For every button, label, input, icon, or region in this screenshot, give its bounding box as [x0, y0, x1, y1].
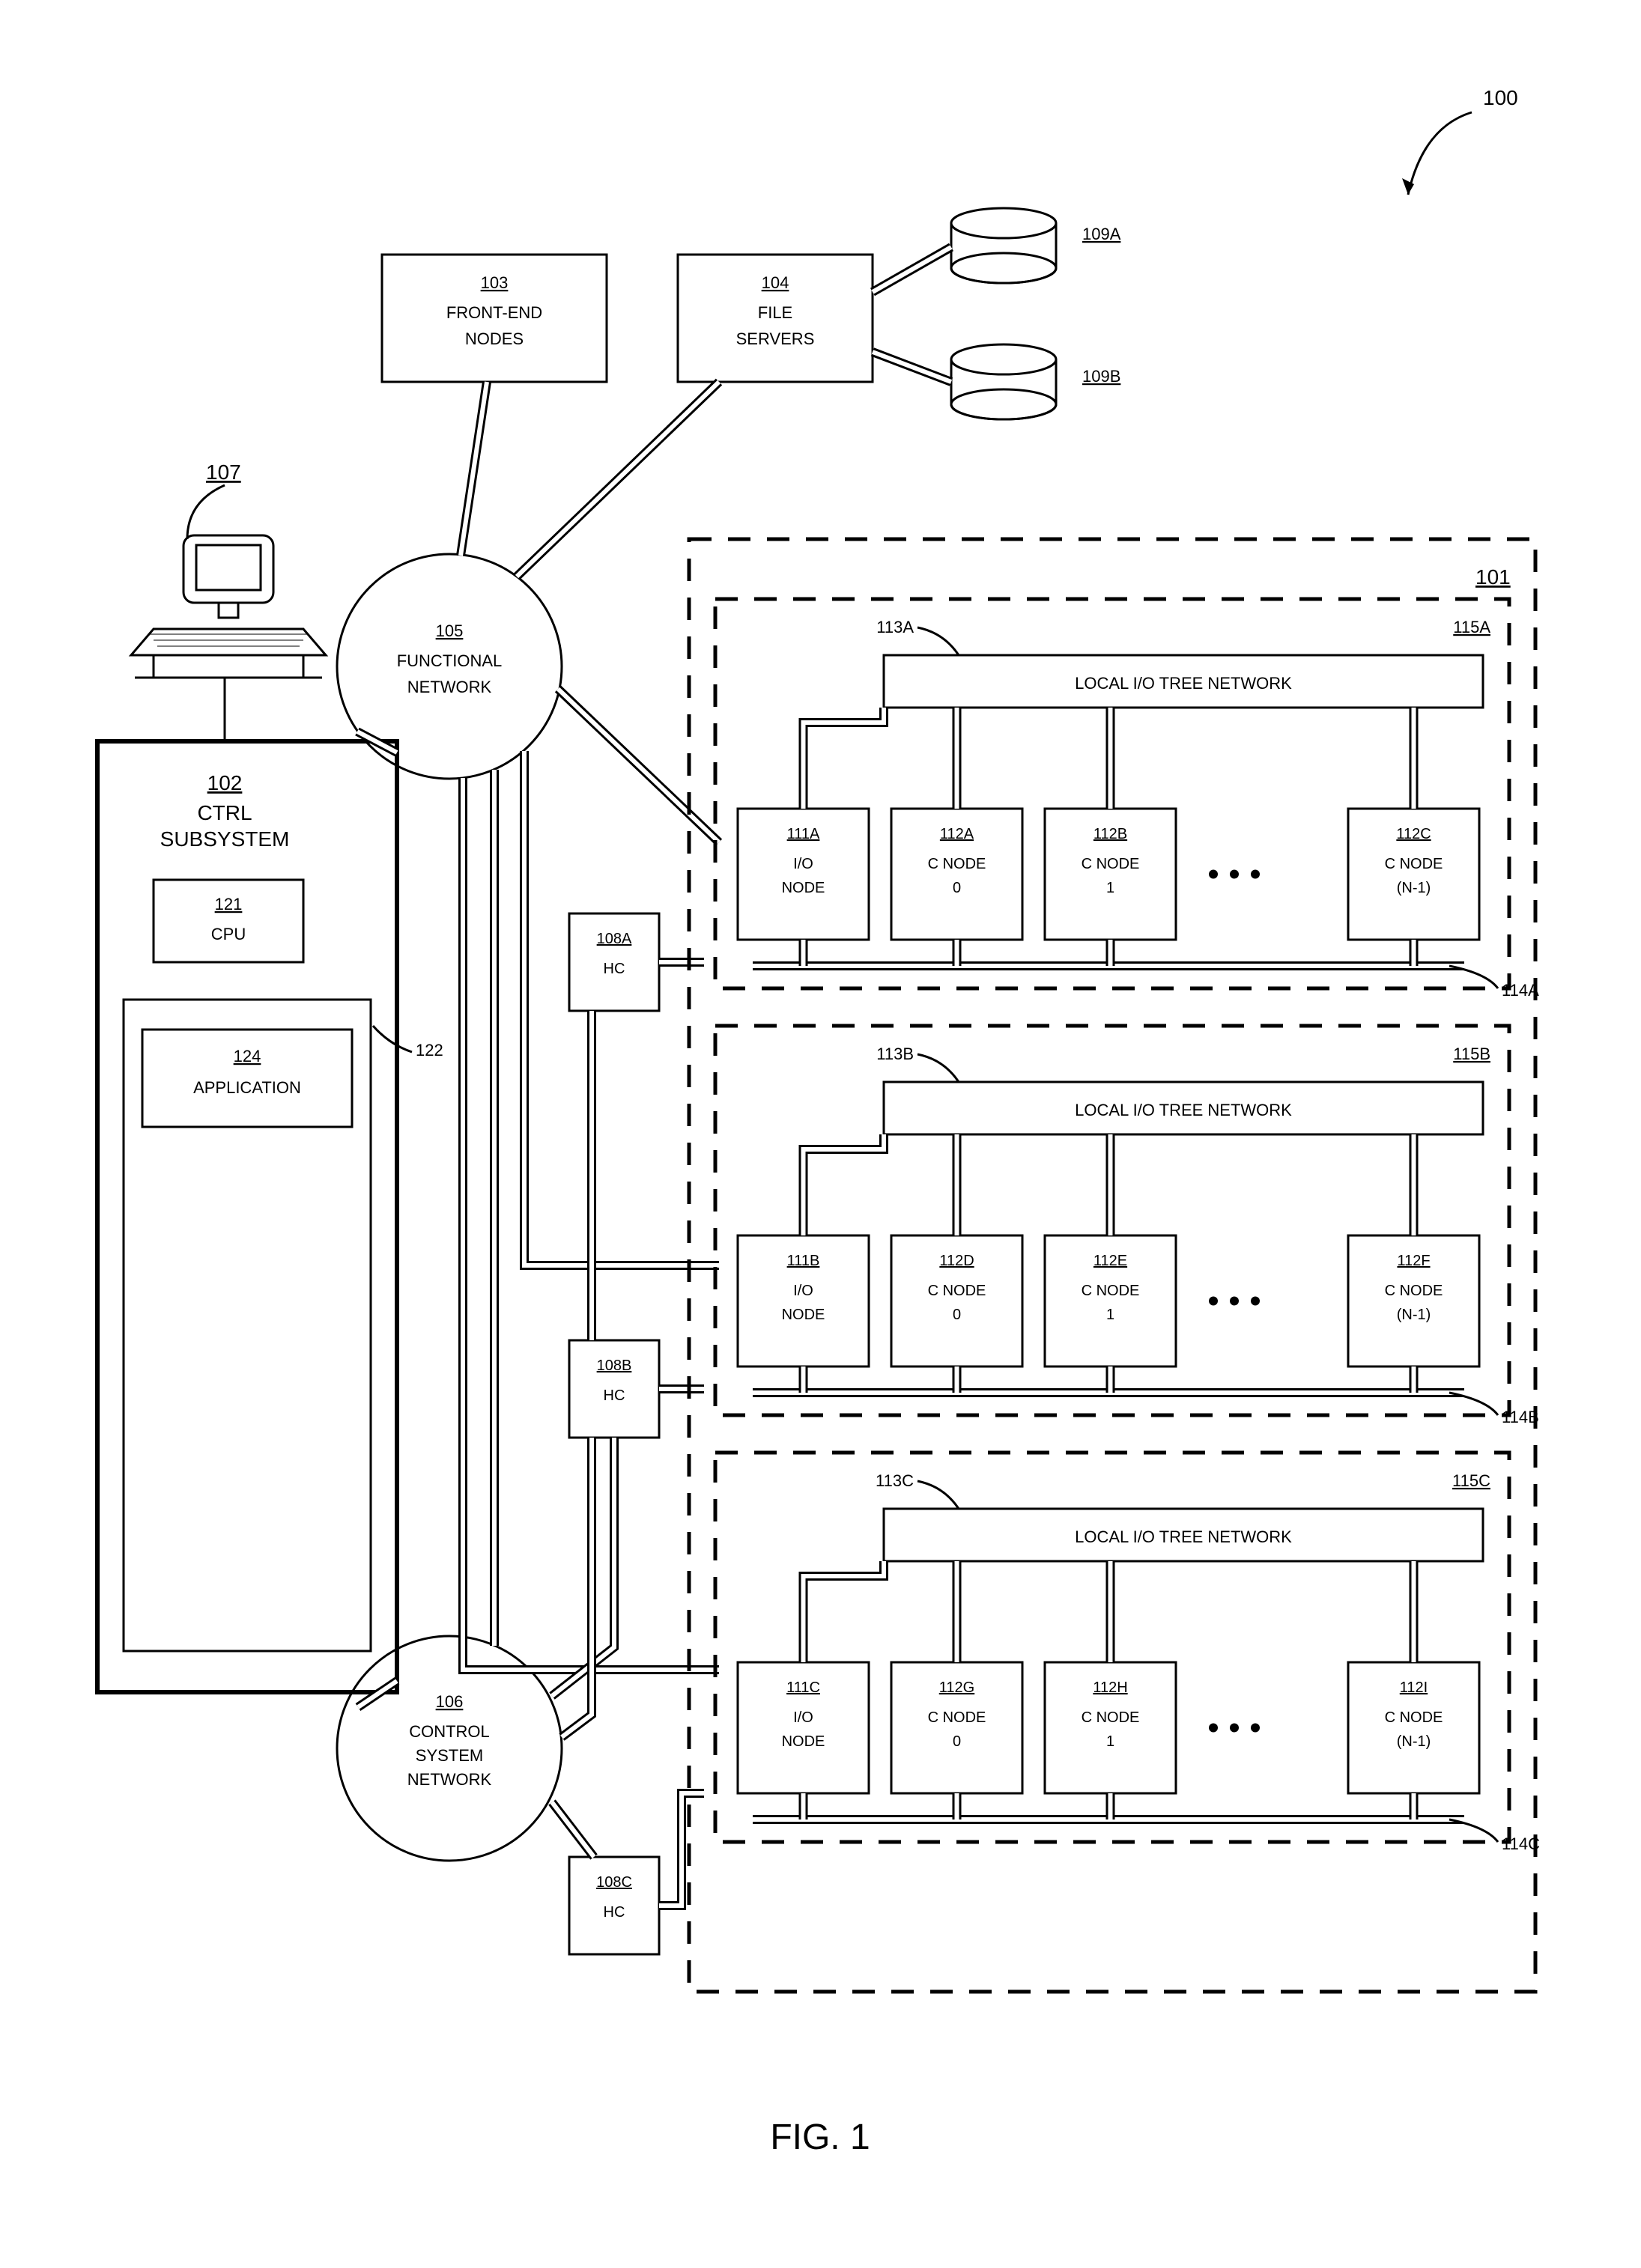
- svg-text:106: 106: [436, 1692, 464, 1711]
- svg-text:APPLICATION: APPLICATION: [193, 1078, 301, 1097]
- svg-text:NODE: NODE: [782, 880, 825, 896]
- figure-label: FIG. 1: [770, 2117, 870, 2157]
- svg-text:121: 121: [215, 895, 243, 913]
- svg-text:112C: 112C: [1396, 826, 1431, 842]
- db-b-icon: [951, 344, 1056, 419]
- pset-115A: 115A 113A LOCAL I/O TREE NETWORK 114A 111A I/…: [715, 599, 1539, 1000]
- svg-text:FRONT-END: FRONT-END: [446, 303, 542, 322]
- pset-115C: 115C 113C LOCAL I/O TREE NETWORK 114C 111C I/…: [715, 1453, 1540, 1853]
- svg-text:122: 122: [416, 1041, 443, 1059]
- hc-a: 108A HC: [569, 913, 659, 1011]
- svg-text:112H: 112H: [1093, 1679, 1127, 1696]
- svg-text:(N-1): (N-1): [1397, 880, 1431, 896]
- svg-text:108A: 108A: [597, 931, 632, 947]
- svg-text:HC: HC: [604, 961, 625, 977]
- svg-text:C NODE: C NODE: [1385, 1709, 1443, 1726]
- svg-text:C NODE: C NODE: [1082, 856, 1140, 872]
- svg-text:103: 103: [481, 273, 509, 292]
- svg-text:LOCAL I/O TREE NETWORK: LOCAL I/O TREE NETWORK: [1075, 1527, 1292, 1546]
- svg-text:C NODE: C NODE: [1385, 1283, 1443, 1299]
- svg-text:I/O: I/O: [793, 1709, 813, 1726]
- svg-text:112E: 112E: [1094, 1253, 1127, 1269]
- pset-115B: 115B 113B LOCAL I/O TREE NETWORK 114B 111B I/…: [715, 1026, 1539, 1426]
- svg-text:C NODE: C NODE: [1385, 856, 1443, 872]
- svg-text:C NODE: C NODE: [928, 1283, 986, 1299]
- svg-text:111B: 111B: [787, 1253, 820, 1269]
- svg-text:SUBSYSTEM: SUBSYSTEM: [160, 827, 290, 851]
- svg-text:124: 124: [234, 1047, 261, 1065]
- ref-overall: 100: [1483, 86, 1518, 109]
- svg-text:114A: 114A: [1502, 981, 1539, 1000]
- svg-text:115A: 115A: [1453, 618, 1490, 636]
- svg-text:C NODE: C NODE: [1082, 1709, 1140, 1726]
- svg-text:112I: 112I: [1400, 1679, 1428, 1696]
- svg-text:112F: 112F: [1397, 1253, 1430, 1269]
- svg-text:CONTROL: CONTROL: [409, 1722, 490, 1741]
- svg-text:114C: 114C: [1502, 1834, 1540, 1853]
- svg-text:(N-1): (N-1): [1397, 1733, 1431, 1750]
- svg-text:109A: 109A: [1082, 225, 1121, 243]
- figure-1-diagram: 100 107 102 CTRL SUBSYSTEM 121 CPU: [0, 0, 1641, 2268]
- ref-ctrl: 102: [207, 771, 243, 794]
- svg-text:113A: 113A: [876, 618, 914, 636]
- svg-text:LOCAL I/O TREE NETWORK: LOCAL I/O TREE NETWORK: [1075, 1101, 1292, 1119]
- svg-text:108B: 108B: [597, 1358, 632, 1374]
- svg-text:NODES: NODES: [465, 329, 524, 348]
- svg-text:I/O: I/O: [793, 1283, 813, 1299]
- svg-text:112D: 112D: [939, 1253, 974, 1269]
- svg-text:HC: HC: [604, 1904, 625, 1921]
- ref-terminal: 107: [206, 460, 241, 484]
- svg-text:109B: 109B: [1082, 367, 1120, 386]
- svg-text:FILE: FILE: [758, 303, 792, 322]
- hc-c: 108C HC: [569, 1857, 659, 1954]
- db-a-icon: [951, 208, 1056, 283]
- svg-text:1: 1: [1106, 1733, 1114, 1750]
- svg-text:115B: 115B: [1453, 1045, 1490, 1063]
- svg-text:112G: 112G: [939, 1679, 974, 1696]
- ref-lattice: 101: [1475, 565, 1511, 589]
- svg-text:CTRL: CTRL: [197, 801, 252, 824]
- svg-text:C NODE: C NODE: [928, 856, 986, 872]
- svg-text:104: 104: [762, 273, 789, 292]
- svg-text:NETWORK: NETWORK: [407, 678, 492, 696]
- svg-text:FUNCTIONAL: FUNCTIONAL: [397, 651, 503, 670]
- svg-text:0: 0: [953, 1307, 961, 1323]
- svg-text:I/O: I/O: [793, 856, 813, 872]
- svg-text:NODE: NODE: [782, 1733, 825, 1750]
- svg-text:NODE: NODE: [782, 1307, 825, 1323]
- svg-text:111A: 111A: [787, 826, 820, 842]
- svg-text:1: 1: [1106, 880, 1114, 896]
- svg-text:114B: 114B: [1502, 1408, 1539, 1426]
- svg-text:115C: 115C: [1452, 1471, 1490, 1490]
- svg-text:(N-1): (N-1): [1397, 1307, 1431, 1323]
- hc-b: 108B HC: [569, 1340, 659, 1438]
- svg-text:CPU: CPU: [211, 925, 246, 943]
- svg-text:113C: 113C: [876, 1471, 914, 1490]
- svg-text:111C: 111C: [786, 1679, 820, 1696]
- svg-text:NETWORK: NETWORK: [407, 1770, 492, 1789]
- terminal-icon: [131, 535, 326, 741]
- svg-text:112A: 112A: [940, 826, 974, 842]
- svg-text:SERVERS: SERVERS: [736, 329, 815, 348]
- svg-text:105: 105: [436, 621, 464, 640]
- svg-text:C NODE: C NODE: [928, 1709, 986, 1726]
- svg-text:108C: 108C: [596, 1874, 632, 1891]
- svg-text:0: 0: [953, 1733, 961, 1750]
- svg-text:SYSTEM: SYSTEM: [416, 1746, 483, 1765]
- svg-text:LOCAL I/O TREE NETWORK: LOCAL I/O TREE NETWORK: [1075, 674, 1292, 693]
- svg-text:1: 1: [1106, 1307, 1114, 1323]
- ctrl-subsystem: 102 CTRL SUBSYSTEM 121 CPU 122 124 APPLI…: [97, 741, 443, 1692]
- svg-text:0: 0: [953, 880, 961, 896]
- svg-text:C NODE: C NODE: [1082, 1283, 1140, 1299]
- svg-text:112B: 112B: [1094, 826, 1127, 842]
- svg-text:HC: HC: [604, 1387, 625, 1404]
- svg-text:113B: 113B: [876, 1045, 914, 1063]
